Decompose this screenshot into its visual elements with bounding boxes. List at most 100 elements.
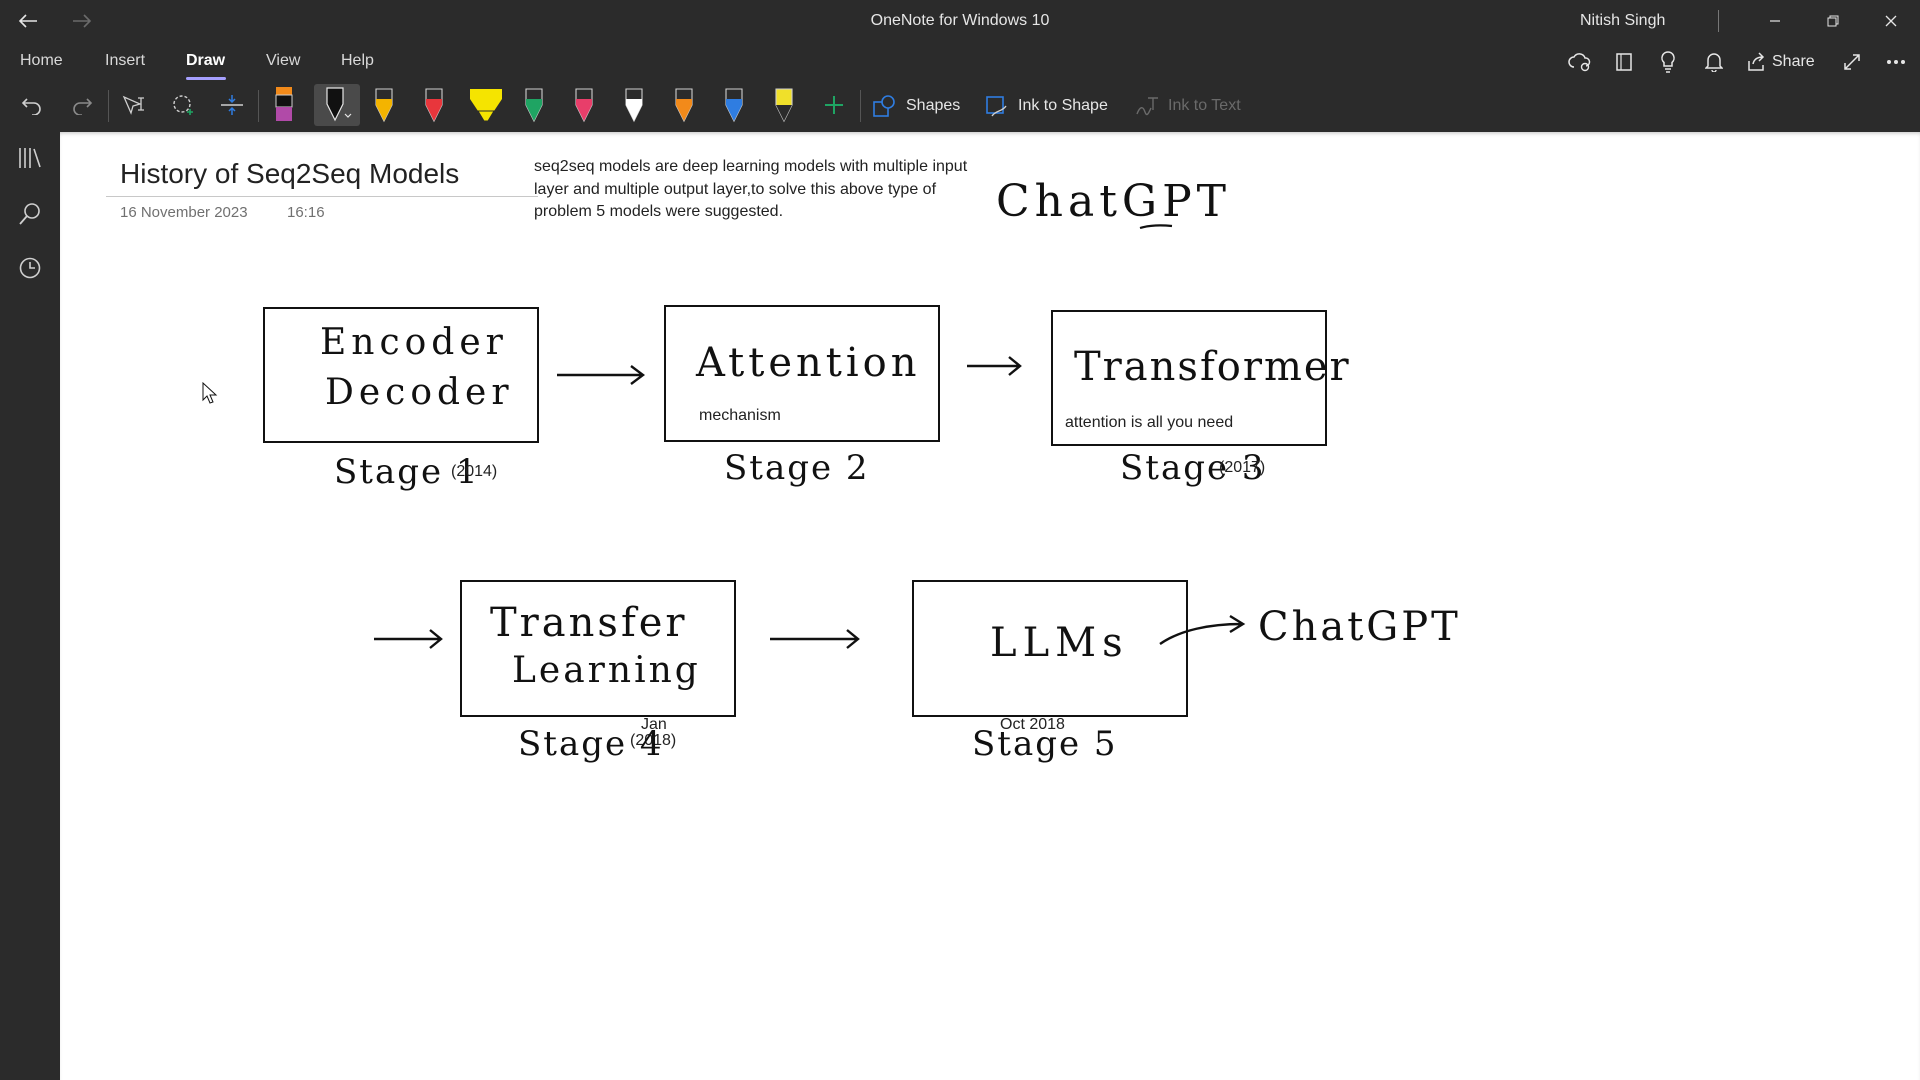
bell-icon bbox=[1705, 53, 1723, 72]
titlebar-divider bbox=[1718, 10, 1719, 32]
note-paragraph[interactable]: seq2seq models are deep learning models … bbox=[534, 156, 974, 224]
cloud-sync-icon bbox=[1568, 53, 1591, 72]
ink-to-text-button[interactable]: Ink to Text bbox=[1134, 92, 1241, 120]
pen-icon bbox=[525, 88, 543, 123]
eraser-tool[interactable] bbox=[266, 84, 302, 126]
restore-button[interactable] bbox=[1810, 4, 1856, 38]
pen-blue[interactable] bbox=[716, 84, 752, 126]
pen-orange[interactable] bbox=[666, 84, 702, 126]
pen-pink[interactable] bbox=[566, 84, 602, 126]
eraser-icon bbox=[275, 87, 293, 121]
page-date: 16 November 2023 bbox=[120, 204, 248, 221]
highlighter-yellow[interactable] bbox=[466, 84, 506, 126]
stage-1-year: (2014) bbox=[451, 463, 498, 480]
pen-icon bbox=[775, 88, 793, 123]
notifications-button[interactable] bbox=[1700, 50, 1728, 74]
pen-icon bbox=[575, 88, 593, 123]
forward-button[interactable] bbox=[62, 6, 102, 36]
arrow-stage4-to-stage5 bbox=[770, 629, 860, 649]
sync-button[interactable] bbox=[1566, 50, 1594, 74]
pen-icon bbox=[725, 88, 743, 123]
ink-encoder[interactable]: Encoder bbox=[320, 322, 508, 363]
search-button[interactable] bbox=[14, 198, 46, 230]
notebooks-button[interactable] bbox=[14, 142, 46, 174]
pen-gold[interactable] bbox=[366, 84, 402, 126]
pen-icon bbox=[675, 88, 693, 123]
stage-3-note: attention is all you need bbox=[1065, 414, 1234, 431]
pen-red[interactable] bbox=[416, 84, 452, 126]
page-view-button[interactable] bbox=[1610, 50, 1638, 74]
ink-stage-2-label[interactable]: Stage 2 bbox=[724, 448, 870, 488]
pen-black[interactable] bbox=[314, 84, 360, 126]
back-button[interactable] bbox=[8, 6, 48, 36]
notebook-icon bbox=[1616, 53, 1632, 71]
clock-icon bbox=[19, 257, 41, 279]
tab-draw[interactable]: Draw bbox=[186, 52, 225, 70]
title-bar: OneNote for Windows 10 Nitish Singh bbox=[0, 0, 1920, 42]
add-pen-button[interactable] bbox=[816, 84, 852, 126]
ink-chatgpt-final[interactable]: ChatGPT bbox=[1258, 604, 1461, 650]
page-time: 16:16 bbox=[287, 204, 325, 221]
ink-to-text-icon bbox=[1136, 97, 1158, 116]
lightbulb-icon bbox=[1661, 51, 1675, 73]
shapes-button[interactable]: Shapes bbox=[872, 92, 960, 120]
page-title[interactable]: History of Seq2Seq Models bbox=[120, 158, 459, 190]
restore-icon bbox=[1827, 15, 1839, 27]
ink-learning[interactable]: Learning bbox=[512, 650, 701, 691]
ink-to-shape-icon bbox=[986, 96, 1007, 117]
more-options-button[interactable] bbox=[1882, 50, 1910, 74]
expand-icon bbox=[1844, 54, 1860, 70]
ink-chatgpt-header[interactable]: ChatGPT bbox=[996, 176, 1231, 227]
tab-insert[interactable]: Insert bbox=[105, 52, 145, 70]
ellipsis-icon bbox=[1887, 60, 1905, 64]
lasso-icon bbox=[173, 95, 193, 115]
recent-notes-button[interactable] bbox=[14, 252, 46, 284]
arrow-llms-to-chatgpt bbox=[1159, 614, 1246, 645]
ink-to-shape-button[interactable]: Ink to Shape bbox=[984, 92, 1108, 120]
insert-space-tool[interactable] bbox=[214, 84, 250, 126]
undo-button[interactable] bbox=[14, 84, 50, 126]
lasso-select-tool[interactable] bbox=[166, 84, 202, 126]
forward-arrow-icon bbox=[73, 14, 92, 28]
highlighter-icon bbox=[470, 89, 502, 122]
search-icon bbox=[19, 203, 40, 225]
back-arrow-icon bbox=[18, 14, 37, 28]
full-page-view-button[interactable] bbox=[1838, 50, 1866, 74]
ink-stage-4-label[interactable]: Stage 4 bbox=[518, 724, 664, 764]
account-name[interactable]: Nitish Singh bbox=[1580, 12, 1665, 30]
ink-decoder[interactable]: Decoder bbox=[325, 372, 514, 413]
tab-view[interactable]: View bbox=[266, 52, 300, 70]
ink-stage-5-label[interactable]: Stage 5 bbox=[972, 724, 1118, 764]
minimize-button[interactable] bbox=[1752, 4, 1798, 38]
redo-button[interactable] bbox=[64, 84, 100, 126]
pen-green[interactable] bbox=[516, 84, 552, 126]
mouse-cursor-icon bbox=[202, 382, 218, 404]
tab-help[interactable]: Help bbox=[341, 52, 374, 70]
ink-to-shape-label: Ink to Shape bbox=[1018, 97, 1108, 114]
pen-icon bbox=[425, 88, 443, 123]
undo-icon bbox=[21, 98, 41, 115]
ink-attention[interactable]: Attention bbox=[696, 340, 920, 386]
redo-icon bbox=[73, 98, 93, 115]
plus-icon bbox=[825, 96, 843, 114]
tab-home[interactable]: Home bbox=[20, 52, 63, 70]
share-label: Share bbox=[1772, 53, 1815, 70]
close-icon bbox=[1885, 15, 1897, 27]
pen-icon bbox=[326, 87, 352, 122]
close-button[interactable] bbox=[1868, 4, 1914, 38]
pen-icon bbox=[375, 88, 393, 123]
pen-white[interactable] bbox=[616, 84, 652, 126]
ink-transfer[interactable]: Transfer bbox=[490, 600, 688, 646]
share-button[interactable]: Share bbox=[1746, 50, 1815, 74]
ink-transformer[interactable]: Transformer bbox=[1074, 344, 1351, 390]
tell-me-button[interactable] bbox=[1654, 50, 1682, 74]
text-select-icon bbox=[122, 95, 144, 115]
ink-underline bbox=[1139, 224, 1173, 230]
toolbar-divider bbox=[258, 90, 259, 122]
pen-yellow[interactable] bbox=[766, 84, 802, 126]
arrow-to-stage4 bbox=[374, 629, 443, 649]
toolbar-divider bbox=[860, 90, 861, 122]
minimize-icon bbox=[1770, 20, 1780, 22]
ink-llms[interactable]: LLMs bbox=[990, 620, 1129, 666]
type-select-tool[interactable] bbox=[116, 84, 152, 126]
